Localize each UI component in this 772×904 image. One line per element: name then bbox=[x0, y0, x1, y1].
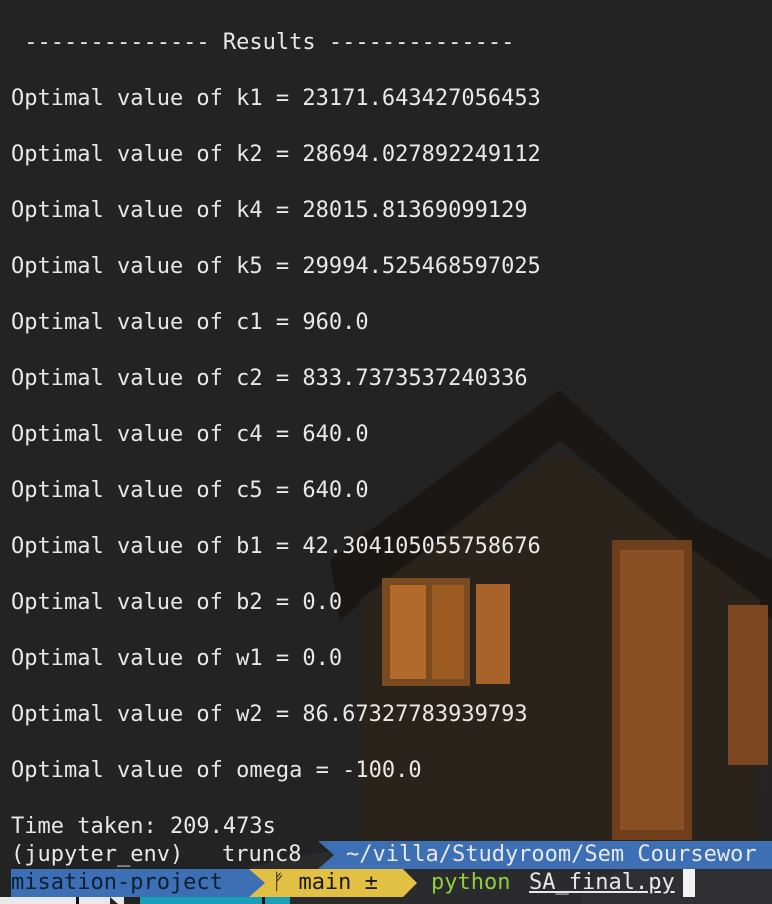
prompt-project: misation-project bbox=[11, 870, 223, 895]
result-line: Optimal value of c4 = 640.0 bbox=[11, 422, 369, 447]
text-cursor bbox=[683, 869, 695, 897]
prompt-line-3-partial bbox=[0, 897, 290, 904]
result-line: Optimal value of c5 = 640.0 bbox=[11, 478, 369, 503]
prompt-line-2: misation-project ᚠ main ± python SA_fina… bbox=[0, 869, 772, 897]
result-line: Optimal value of b2 = 0.0 bbox=[11, 590, 343, 615]
command-argument[interactable]: SA_final.py bbox=[529, 869, 675, 897]
result-line: Optimal value of w2 = 86.67327783939793 bbox=[11, 702, 528, 727]
result-line: Optimal value of k5 = 29994.525468597025 bbox=[11, 254, 541, 279]
result-line: Optimal value of omega = -100.0 bbox=[11, 758, 422, 783]
result-line: Optimal value of k1 = 23171.643427056453 bbox=[11, 86, 541, 111]
result-line: Optimal value of k4 = 28015.81369099129 bbox=[11, 198, 528, 223]
prompt-user: trunc8 bbox=[222, 842, 302, 867]
prompt-line-1: (jupyter_env) trunc8 ~/villa/Studyroom/S… bbox=[0, 841, 772, 869]
prompt-path: ~/villa/Studyroom/Sem Coursewor bbox=[346, 842, 757, 867]
terminal-window[interactable]: -------------- Results -------------- Op… bbox=[0, 0, 772, 904]
prompt-env: (jupyter_env) bbox=[11, 842, 184, 867]
result-line: Optimal value of c2 = 833.7373537240336 bbox=[11, 366, 528, 391]
result-line: Optimal value of b1 = 42.304105055758676 bbox=[11, 534, 541, 559]
command-input[interactable]: python bbox=[431, 869, 510, 897]
git-branch: ᚠ main ± bbox=[272, 870, 378, 895]
segment-separator-icon bbox=[403, 869, 417, 897]
result-line: Optimal value of c1 = 960.0 bbox=[11, 310, 369, 335]
results-header: -------------- Results -------------- bbox=[11, 30, 515, 55]
result-line: Optimal value of w1 = 0.0 bbox=[11, 646, 343, 671]
time-taken: Time taken: 209.473s bbox=[11, 814, 276, 839]
result-line: Optimal value of k2 = 28694.027892249112 bbox=[11, 142, 541, 167]
